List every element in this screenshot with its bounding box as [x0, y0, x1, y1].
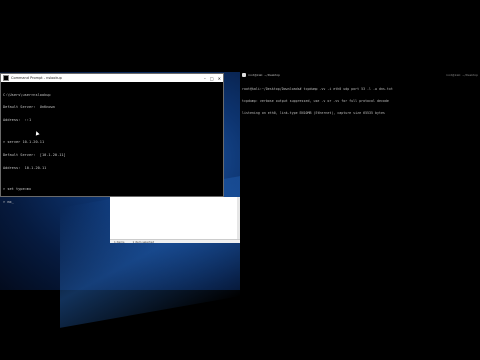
terminal-line: listening on eth0, link-type EN10MB (Eth…	[242, 111, 385, 115]
status-bar: 1 items 1 item selected	[110, 239, 240, 244]
terminal-line: tcpdump: verbose output suppressed, use …	[242, 99, 389, 103]
cmd-title-text: Command Prompt - nslookup	[11, 76, 62, 80]
terminal-output[interactable]: root@kali:~/Desktop/Downloads# tcpdump -…	[242, 79, 393, 123]
terminal-title-bar[interactable]: root@kali: ~/Desktop root@kali: ~/Deskto…	[240, 72, 480, 78]
terminal-line: root@kali:~/Desktop/Downloads# tcpdump -…	[242, 87, 393, 91]
status-item-selected: 1 item selected	[132, 239, 155, 244]
terminal-top-right-label: root@kali: ~/Desktop	[445, 73, 478, 77]
cmd-line: C:\Users\user>nslookup	[3, 92, 51, 97]
maximize-icon[interactable]: □	[210, 76, 214, 81]
explorer-window-fragment[interactable]: 1 items 1 item selected	[110, 197, 240, 244]
status-item-count: 1 items	[114, 239, 125, 244]
close-icon[interactable]: ✕	[218, 76, 221, 81]
cmd-icon	[3, 75, 9, 81]
cmd-line: Address: 10.1.20.11	[3, 165, 47, 170]
terminal-window[interactable]: root@kali: ~/Desktop root@kali: ~/Deskto…	[240, 72, 480, 290]
terminal-title-text: root@kali: ~/Desktop	[248, 73, 281, 77]
cmd-line: Address: ::1	[3, 118, 32, 123]
cmd-output[interactable]: C:\Users\user>nslookup Default Server: U…	[1, 82, 223, 215]
video-frame: Command Prompt - nslookup – □ ✕ C:\Users…	[0, 0, 480, 360]
cmd-line: Default Server: UnKnown	[3, 105, 55, 110]
cmd-title-bar[interactable]: Command Prompt - nslookup – □ ✕	[1, 74, 223, 82]
minimize-icon[interactable]: –	[204, 76, 206, 81]
cmd-line: > server 10.1.20.11	[3, 139, 45, 144]
terminal-icon	[242, 73, 246, 77]
command-prompt-window[interactable]: Command Prompt - nslookup – □ ✕ C:\Users…	[0, 73, 224, 204]
cmd-line: > set type=mx	[3, 187, 32, 192]
cmd-line: Default Server: [10.1.20.11]	[3, 152, 66, 157]
